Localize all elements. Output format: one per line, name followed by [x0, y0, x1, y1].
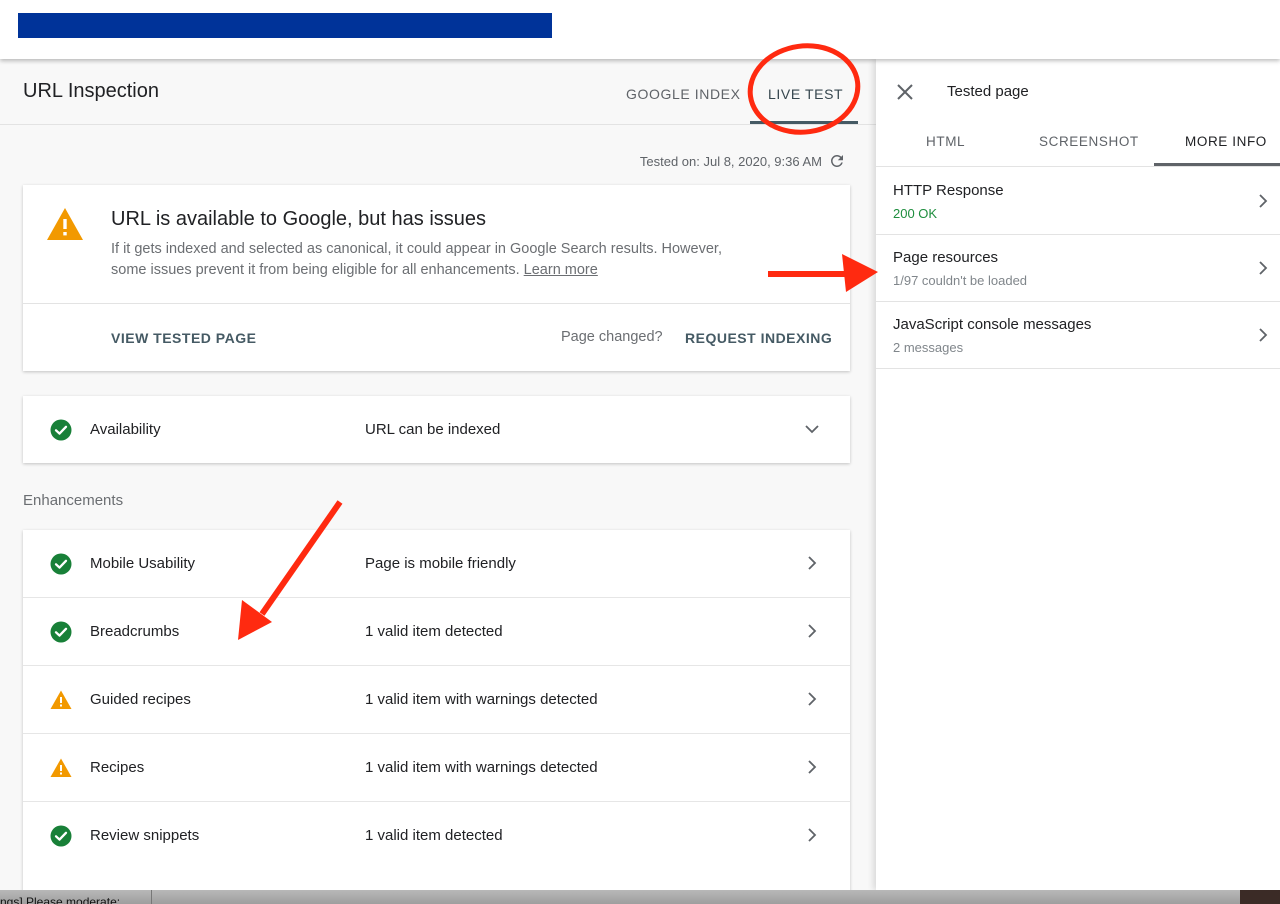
taskbar-window-title[interactable]: ngs] Please moderate:	[0, 895, 120, 904]
enhancements-heading: Enhancements	[23, 492, 124, 509]
availability-card: Availability URL can be indexed	[23, 396, 850, 463]
availability-value: URL can be indexed	[365, 421, 501, 438]
chevron-right-icon	[808, 556, 817, 570]
tab-screenshot[interactable]: SCREENSHOT	[1039, 134, 1139, 149]
status-description-text: If it gets indexed and selected as canon…	[111, 241, 722, 278]
tab-more-info[interactable]: MORE INFO	[1185, 134, 1267, 149]
info-title: HTTP Response	[893, 182, 1004, 199]
check-circle-icon	[50, 553, 72, 575]
enhancement-value: 1 valid item detected	[365, 827, 503, 844]
check-circle-icon	[50, 825, 72, 847]
info-subtitle: 2 messages	[893, 340, 964, 355]
enhancement-value: 1 valid item with warnings detected	[365, 759, 598, 776]
tab-google-index[interactable]: GOOGLE INDEX	[626, 86, 741, 102]
close-icon[interactable]	[896, 83, 914, 101]
brand-bar	[18, 13, 552, 38]
availability-row[interactable]: Availability URL can be indexed	[23, 396, 850, 464]
info-row-page-resources[interactable]: Page resources 1/97 couldn't be loaded	[876, 235, 1280, 302]
chevron-right-icon	[808, 760, 817, 774]
chevron-right-icon	[808, 828, 817, 842]
check-circle-icon	[50, 419, 72, 441]
refresh-icon[interactable]	[828, 152, 846, 170]
tab-html[interactable]: HTML	[926, 134, 965, 149]
tab-live-test[interactable]: LIVE TEST	[768, 86, 843, 102]
enhancements-card: Mobile Usability Page is mobile friendly…	[23, 530, 850, 890]
info-subtitle: 200 OK	[893, 206, 938, 221]
info-subtitle: 1/97 couldn't be loaded	[893, 273, 1028, 288]
top-header	[0, 0, 1280, 59]
enhancement-row-guided-recipes[interactable]: Guided recipes 1 valid item with warning…	[23, 666, 850, 734]
page-changed-label: Page changed?	[561, 329, 663, 345]
enhancement-label: Mobile Usability	[90, 555, 196, 572]
more-info-list: HTTP Response 200 OK Page resources 1/97…	[876, 168, 1280, 369]
warning-icon	[50, 690, 72, 709]
info-title: JavaScript console messages	[893, 316, 1092, 333]
chevron-right-icon	[1259, 328, 1268, 342]
os-taskbar: ngs] Please moderate:	[0, 890, 1280, 904]
enhancement-label: Breadcrumbs	[90, 623, 180, 640]
enhancement-row-recipes[interactable]: Recipes 1 valid item with warnings detec…	[23, 734, 850, 802]
enhancement-label: Review snippets	[90, 827, 200, 844]
side-panel-tabs: HTML SCREENSHOT MORE INFO	[876, 129, 1280, 167]
card-divider	[23, 303, 850, 304]
page-title: URL Inspection	[23, 80, 159, 102]
active-tab-indicator	[1154, 163, 1280, 166]
enhancement-label: Guided recipes	[90, 691, 191, 708]
inspection-status-card: URL is available to Google, but has issu…	[23, 185, 850, 371]
check-circle-icon	[50, 621, 72, 643]
chevron-right-icon	[808, 692, 817, 706]
active-tab-indicator	[750, 121, 858, 124]
status-title: URL is available to Google, but has issu…	[111, 208, 487, 230]
learn-more-link[interactable]: Learn more	[524, 262, 598, 278]
url-inspection-panel: URL Inspection GOOGLE INDEX LIVE TEST Te…	[0, 59, 876, 890]
enhancement-label: Recipes	[90, 759, 145, 776]
warning-icon	[50, 758, 72, 777]
status-description: If it gets indexed and selected as canon…	[111, 239, 751, 281]
side-panel-title: Tested page	[947, 83, 1029, 100]
warning-icon	[47, 208, 83, 240]
chevron-right-icon	[1259, 261, 1268, 275]
info-title: Page resources	[893, 249, 999, 266]
main-header: URL Inspection GOOGLE INDEX LIVE TEST	[0, 59, 876, 125]
enhancement-value: 1 valid item with warnings detected	[365, 691, 598, 708]
enhancement-row-mobile-usability[interactable]: Mobile Usability Page is mobile friendly	[23, 530, 850, 598]
request-indexing-button[interactable]: REQUEST INDEXING	[685, 330, 832, 346]
tested-on-timestamp: Tested on: Jul 8, 2020, 9:36 AM	[639, 154, 822, 169]
enhancement-row-breadcrumbs[interactable]: Breadcrumbs 1 valid item detected	[23, 598, 850, 666]
view-tested-page-button[interactable]: VIEW TESTED PAGE	[111, 330, 256, 346]
taskbar-thumbnail	[1240, 890, 1280, 904]
enhancement-row-review-snippets[interactable]: Review snippets 1 valid item detected	[23, 802, 850, 870]
info-row-http-response[interactable]: HTTP Response 200 OK	[876, 168, 1280, 235]
tested-page-panel: Tested page HTML SCREENSHOT MORE INFO HT…	[876, 59, 1280, 890]
info-row-javascript-console[interactable]: JavaScript console messages 2 messages	[876, 302, 1280, 369]
chevron-down-icon[interactable]	[804, 420, 820, 438]
availability-label: Availability	[90, 421, 161, 438]
enhancement-value: 1 valid item detected	[365, 623, 503, 640]
enhancement-value: Page is mobile friendly	[365, 555, 516, 572]
taskbar-separator	[151, 890, 152, 904]
chevron-right-icon	[1259, 194, 1268, 208]
chevron-right-icon	[808, 624, 817, 638]
